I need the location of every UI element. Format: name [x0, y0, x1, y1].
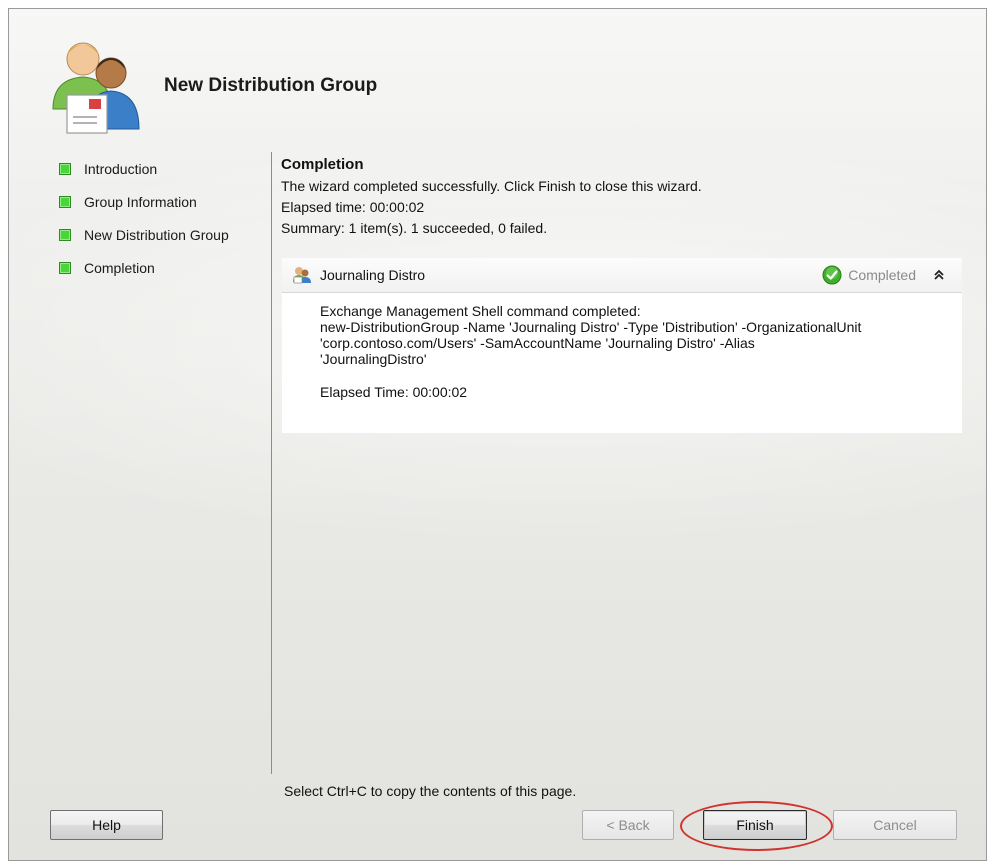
- step-label: Completion: [84, 259, 155, 276]
- steps-divider: [271, 152, 272, 774]
- wizard-window: New Distribution Group Introduction Grou…: [8, 8, 987, 861]
- step-complete-icon: [59, 228, 71, 241]
- back-button[interactable]: < Back: [582, 810, 674, 840]
- result-status: Completed: [848, 267, 916, 283]
- item-elapsed-time: Elapsed Time: 00:00:02: [320, 384, 468, 400]
- step-label: New Distribution Group: [84, 226, 229, 243]
- result-item-details: Exchange Management Shell command comple…: [282, 293, 962, 433]
- completion-content: Completion The wizard completed successf…: [281, 155, 961, 238]
- completion-heading: Completion: [281, 156, 364, 173]
- step-label: Introduction: [84, 160, 158, 177]
- wizard-steps: Introduction Group Information New Distr…: [59, 152, 264, 284]
- wizard-title: New Distribution Group: [164, 75, 378, 96]
- cancel-button[interactable]: Cancel: [833, 810, 957, 840]
- completion-message: The wizard completed successfully. Click…: [281, 178, 702, 194]
- step-new-distribution-group: New Distribution Group: [59, 218, 264, 251]
- copy-hint: Select Ctrl+C to copy the contents of th…: [284, 783, 577, 799]
- result-item-name: Journaling Distro: [320, 267, 426, 283]
- command-status-line: Exchange Management Shell command comple…: [320, 303, 641, 319]
- result-item-header: Journaling Distro Completed: [282, 258, 962, 293]
- step-group-information: Group Information: [59, 185, 264, 218]
- step-label: Group Information: [84, 193, 197, 210]
- success-check-icon: [822, 265, 842, 285]
- step-complete-icon: [59, 261, 71, 274]
- help-button[interactable]: Help: [50, 810, 163, 840]
- finish-button[interactable]: Finish: [703, 810, 807, 840]
- command-text-line: 'JournalingDistro': [320, 351, 427, 367]
- step-introduction: Introduction: [59, 152, 264, 185]
- step-complete-icon: [59, 162, 71, 175]
- command-text-line: 'corp.contoso.com/Users' -SamAccountName…: [320, 335, 755, 351]
- step-complete-icon: [59, 195, 71, 208]
- step-completion: Completion: [59, 251, 264, 284]
- distribution-group-users-icon: [52, 42, 140, 134]
- command-text-line: new-DistributionGroup -Name 'Journaling …: [320, 319, 862, 335]
- collapse-chevron-icon[interactable]: [932, 268, 946, 282]
- summary-text: Summary: 1 item(s). 1 succeeded, 0 faile…: [281, 220, 548, 236]
- distribution-group-icon: [293, 267, 311, 284]
- elapsed-time: Elapsed time: 00:00:02: [281, 199, 425, 215]
